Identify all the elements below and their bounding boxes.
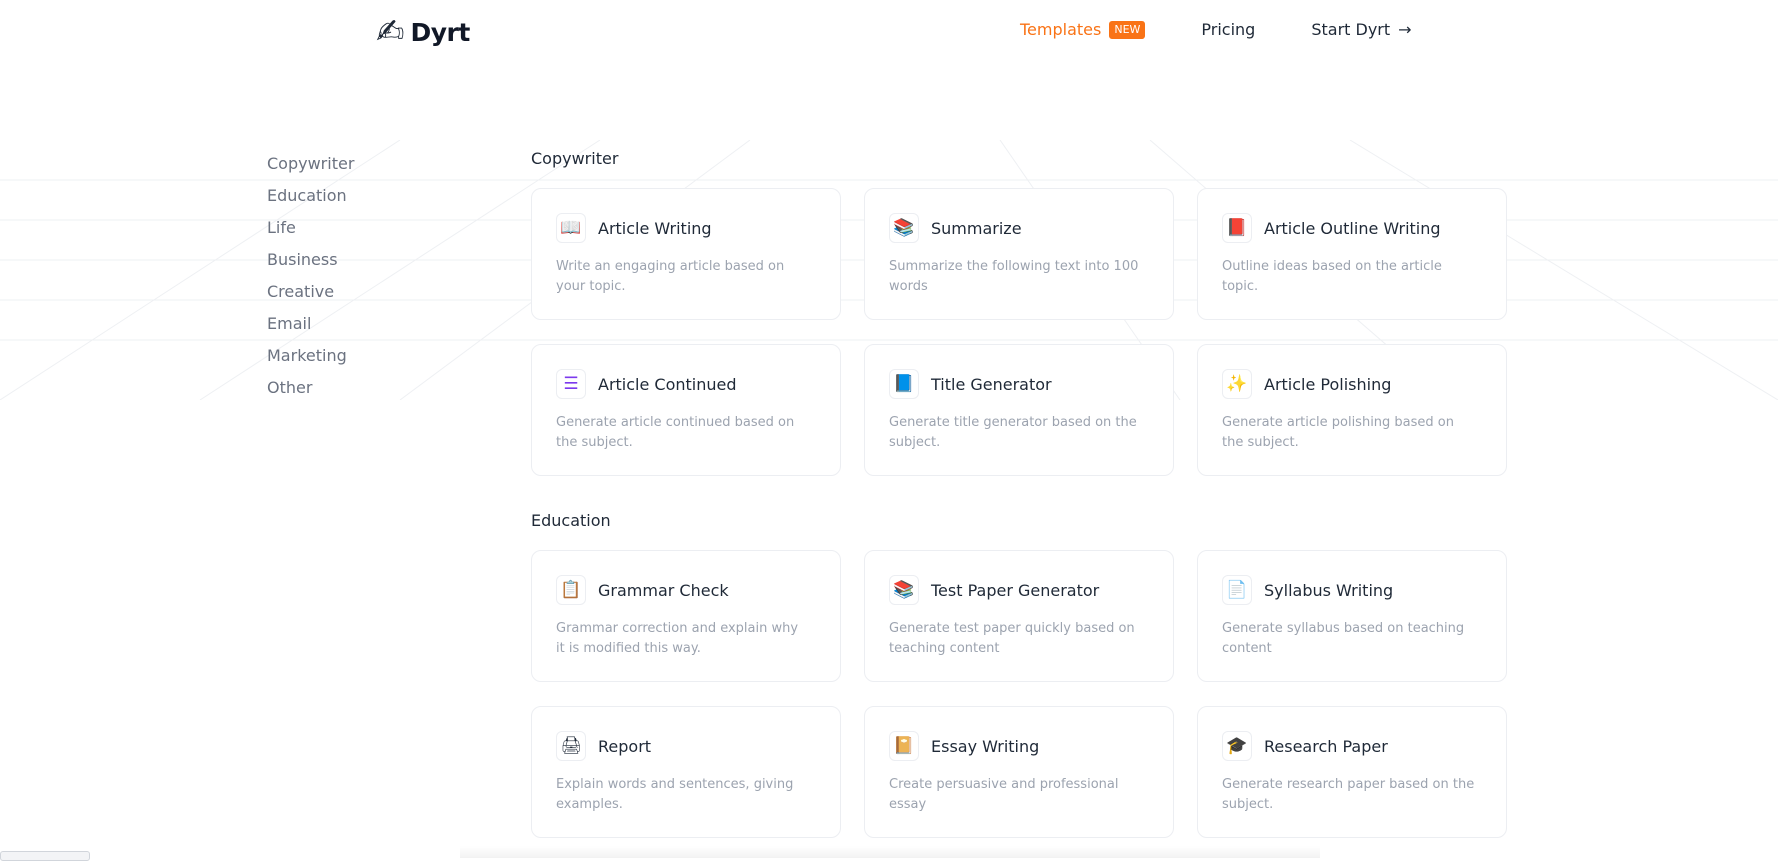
- open-book-icon: 📖: [556, 213, 586, 243]
- nav-templates-link[interactable]: Templates NEW: [1020, 20, 1146, 39]
- card-title: Research Paper: [1264, 736, 1388, 756]
- card-title: Grammar Check: [598, 580, 729, 600]
- section-title-education: Education: [531, 511, 611, 530]
- template-card-article-outline-writing[interactable]: 📕 Article Outline Writing Outline ideas b…: [1197, 188, 1507, 320]
- nav-start-link[interactable]: Start Dyrt →: [1311, 20, 1411, 39]
- sidebar-item-copywriter[interactable]: Copywriter: [267, 152, 354, 184]
- main-nav: Templates NEW Pricing Start Dyrt →: [1020, 20, 1412, 39]
- template-card-article-writing[interactable]: 📖 Article Writing Write an engaging artic…: [531, 188, 841, 320]
- corner-widget[interactable]: [0, 851, 90, 861]
- card-description: Generate test paper quickly based on tea…: [889, 621, 1135, 656]
- card-description: Create persuasive and professional essay: [889, 777, 1119, 812]
- card-description: Summarize the following text into 100 wo…: [889, 259, 1139, 294]
- card-title: Test Paper Generator: [931, 580, 1100, 600]
- card-description: Grammar correction and explain why it is…: [556, 621, 799, 656]
- top-header: ✍ Dyrt Templates NEW Pricing Start Dyrt …: [0, 0, 1778, 66]
- template-card-research-paper[interactable]: 🎓 Research Paper Generate research paper …: [1197, 706, 1507, 838]
- sidebar-item-business[interactable]: Business: [267, 248, 354, 280]
- arrow-right-icon: →: [1398, 20, 1412, 39]
- books-icon: 📚: [889, 575, 919, 605]
- sidebar-item-creative[interactable]: Creative: [267, 280, 354, 312]
- sidebar-item-email[interactable]: Email: [267, 312, 354, 344]
- nav-templates-label: Templates: [1020, 20, 1102, 39]
- blue-book-icon: 📘: [889, 369, 919, 399]
- card-description: Generate syllabus based on teaching cont…: [1222, 621, 1465, 656]
- card-description: Generate research paper based on the sub…: [1222, 777, 1475, 812]
- template-card-summarize[interactable]: 📚 Summarize Summarize the following text …: [864, 188, 1174, 320]
- template-card-essay-writing[interactable]: 📔 Essay Writing Create persuasive and pro…: [864, 706, 1174, 838]
- category-sidebar: Copywriter Education Life Business Creat…: [267, 152, 354, 408]
- template-card-grammar-check[interactable]: 📋 Grammar Check Grammar correction and ex…: [531, 550, 841, 682]
- card-description: Write an engaging article based on your …: [556, 259, 785, 294]
- new-badge: NEW: [1109, 20, 1146, 39]
- brand-name: Dyrt: [410, 17, 471, 47]
- nav-start-label: Start Dyrt: [1311, 20, 1391, 39]
- section-title-copywriter: Copywriter: [531, 149, 619, 168]
- template-card-article-continued[interactable]: ☰ Article Continued Generate article cont…: [531, 344, 841, 476]
- layers-icon: 📚: [889, 213, 919, 243]
- card-description: Explain words and sentences, giving exam…: [556, 777, 794, 812]
- clipboard-icon: 📋: [556, 575, 586, 605]
- card-title: Syllabus Writing: [1264, 580, 1394, 600]
- sidebar-item-life[interactable]: Life: [267, 216, 354, 248]
- card-title: Report: [598, 736, 652, 756]
- education-grid: 📋 Grammar Check Grammar correction and ex…: [531, 550, 1509, 838]
- sidebar-item-other[interactable]: Other: [267, 376, 354, 408]
- card-description: Generate article polishing based on the …: [1222, 415, 1455, 450]
- card-title: Article Outline Writing: [1264, 218, 1441, 238]
- template-card-title-generator[interactable]: 📘 Title Generator Generate title generato…: [864, 344, 1174, 476]
- nav-pricing-link[interactable]: Pricing: [1201, 20, 1255, 39]
- sidebar-item-education[interactable]: Education: [267, 184, 354, 216]
- document-icon: 📄: [1222, 575, 1252, 605]
- card-title: Article Continued: [598, 374, 737, 394]
- card-description: Outline ideas based on the article topic…: [1222, 259, 1442, 294]
- card-title: Summarize: [931, 218, 1022, 238]
- graduation-cap-icon: 🎓: [1222, 731, 1252, 761]
- card-description: Generate title generator based on the su…: [889, 415, 1137, 450]
- card-title: Article Writing: [598, 218, 712, 238]
- template-card-syllabus-writing[interactable]: 📄 Syllabus Writing Generate syllabus base…: [1197, 550, 1507, 682]
- stack-icon: ☰: [556, 369, 586, 399]
- templates-main: Copywriter 📖 Article Writing Write an eng…: [531, 148, 1509, 838]
- scroll-shadow: [460, 846, 1320, 858]
- card-title: Article Polishing: [1264, 374, 1392, 394]
- template-card-report[interactable]: 🖨 Report Explain words and sentences, giv…: [531, 706, 841, 838]
- sparkles-icon: ✨: [1222, 369, 1252, 399]
- notebook-icon: 📕: [1222, 213, 1252, 243]
- template-card-test-paper-generator[interactable]: 📚 Test Paper Generator Generate test pape…: [864, 550, 1174, 682]
- copywriter-grid: 📖 Article Writing Write an engaging artic…: [531, 188, 1509, 476]
- brand-logo[interactable]: ✍ Dyrt: [376, 12, 470, 52]
- writing-hand-icon: ✍: [376, 12, 405, 52]
- printer-icon: 🖨: [556, 731, 586, 761]
- template-card-article-polishing[interactable]: ✨ Article Polishing Generate article poli…: [1197, 344, 1507, 476]
- card-description: Generate article continued based on the …: [556, 415, 795, 450]
- card-title: Essay Writing: [931, 736, 1040, 756]
- card-title: Title Generator: [931, 374, 1052, 394]
- sidebar-item-marketing[interactable]: Marketing: [267, 344, 354, 376]
- notebook-blue-icon: 📔: [889, 731, 919, 761]
